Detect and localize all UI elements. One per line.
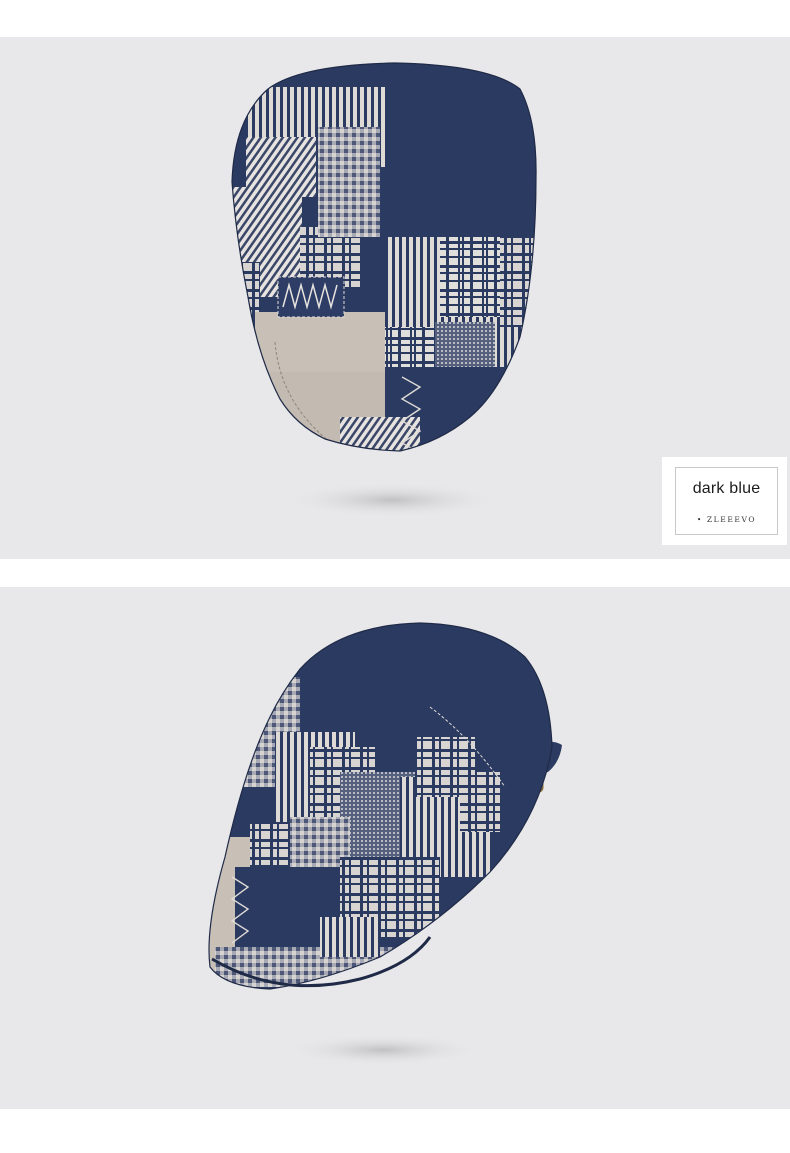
- product-photo-side-panel: [0, 587, 790, 1109]
- color-swatch-card: dark blue • ZLEEEVO: [662, 457, 787, 545]
- brand-label: • ZLEEEVO: [676, 515, 777, 524]
- bullet-icon: •: [696, 515, 703, 524]
- color-swatch-card-border: dark blue • ZLEEEVO: [675, 467, 778, 535]
- brand-text: ZLEEEVO: [706, 515, 757, 524]
- color-name-label: dark blue: [692, 480, 761, 497]
- product-photo-front-panel: dark blue • ZLEEEVO: [0, 37, 790, 559]
- side-view-cap-image: [208, 622, 562, 1066]
